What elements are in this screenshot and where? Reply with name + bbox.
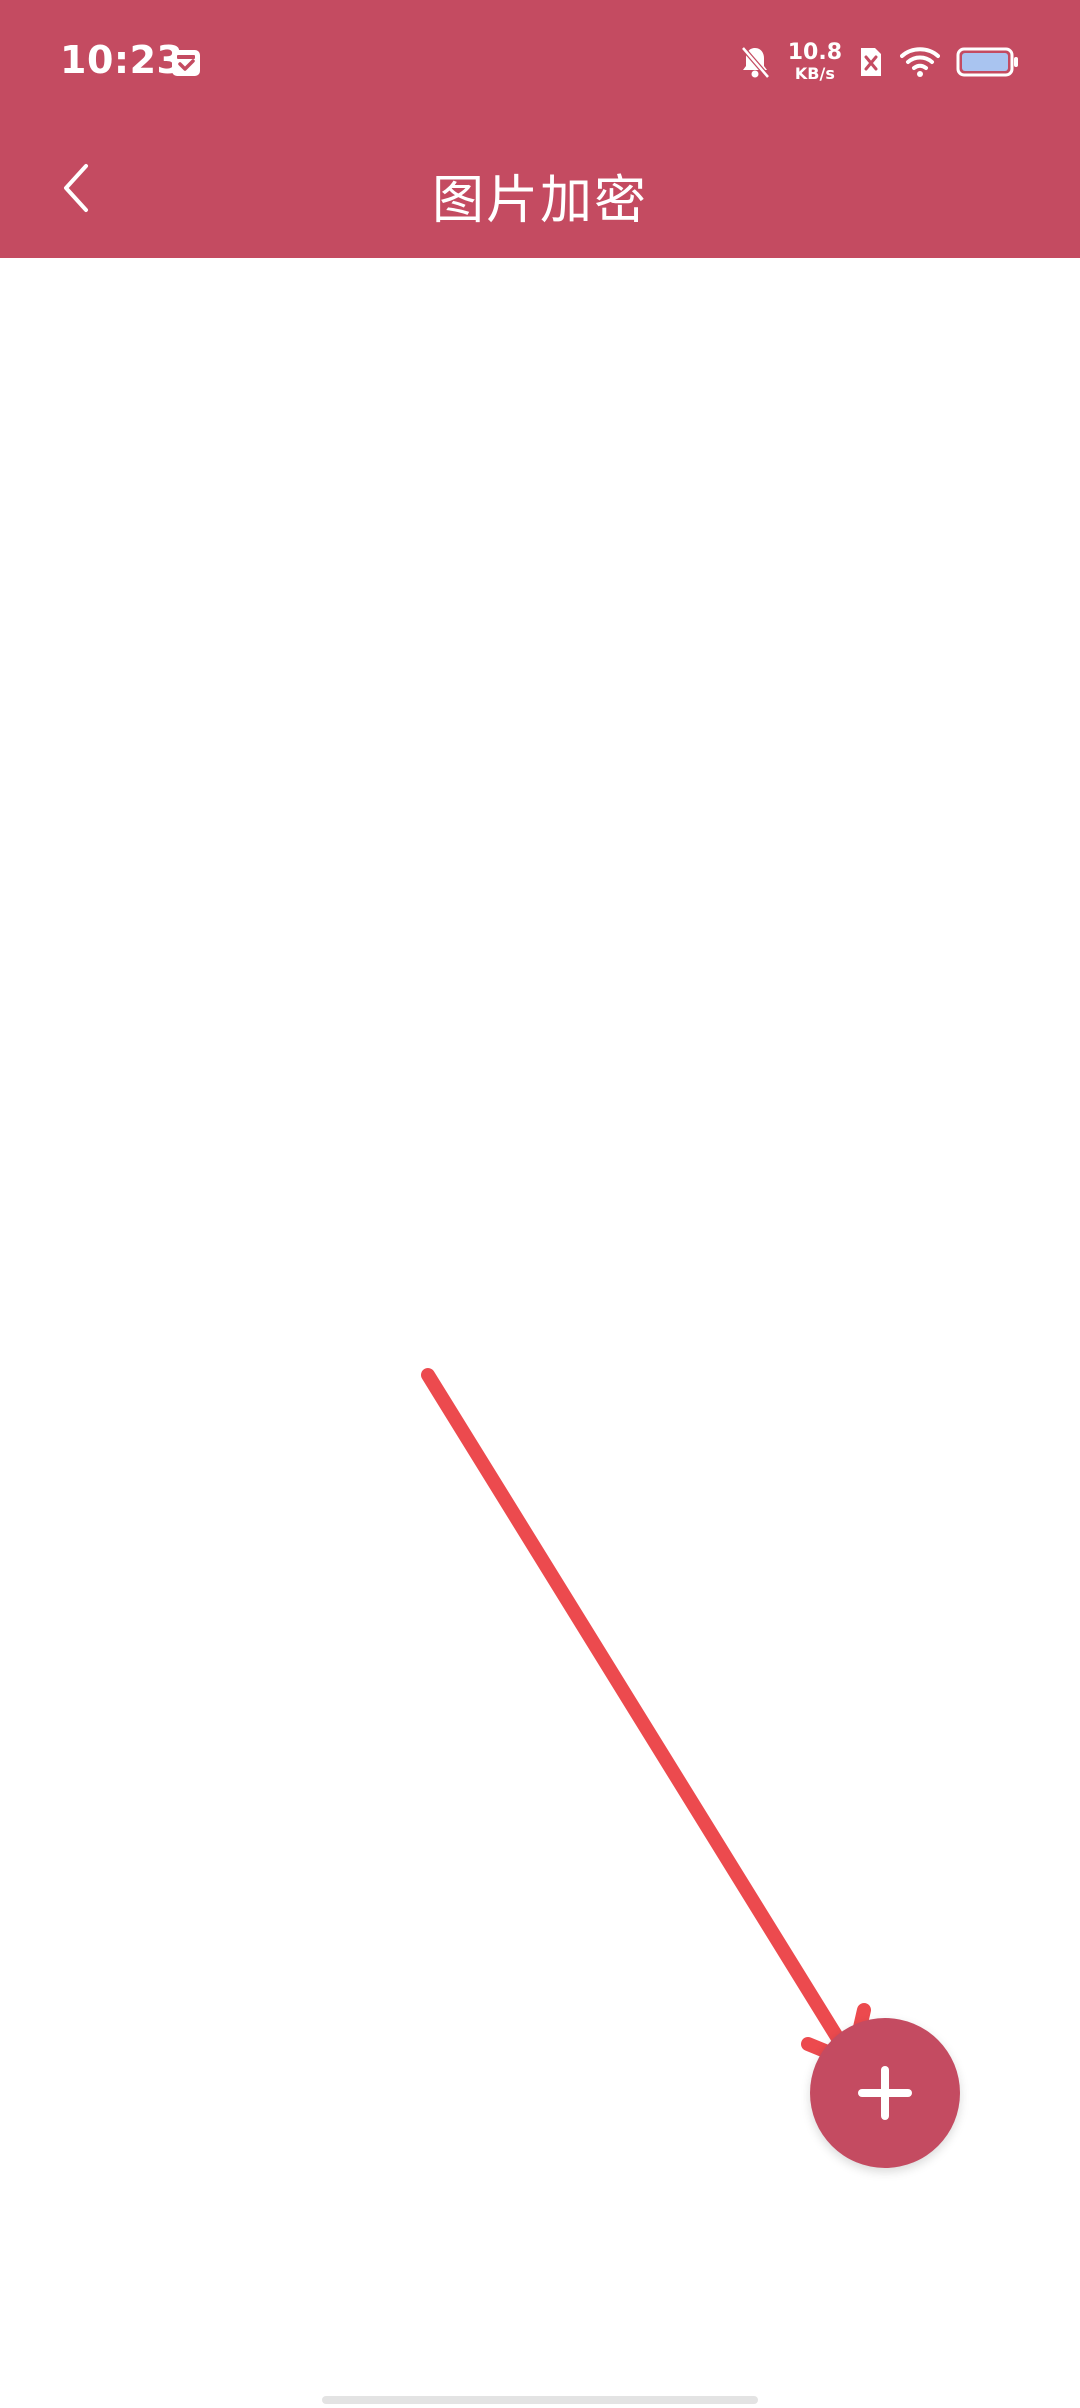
status-time: 10:23: [60, 38, 184, 82]
calendar-icon: [172, 50, 200, 76]
status-bar: 10:23 10.8 KB/s: [0, 0, 1080, 120]
gesture-nav-bar[interactable]: [322, 2396, 758, 2404]
sim-off-icon: [861, 48, 881, 76]
bell-off-icon: [740, 46, 770, 79]
battery-icon: [956, 47, 1018, 77]
wifi-icon: [900, 47, 940, 77]
header: 10:23 10.8 KB/s 图片加密: [0, 0, 1080, 258]
network-speed-unit: KB/s: [794, 64, 835, 83]
plus-icon: [858, 2066, 912, 2120]
network-speed: 10.8 KB/s: [788, 42, 842, 82]
app-bar: 图片加密: [0, 120, 1080, 258]
page-title: 图片加密: [431, 171, 648, 231]
screen: 10:23 10.8 KB/s 图片加密: [0, 0, 1080, 2408]
network-speed-value: 10.8: [787, 40, 842, 65]
add-button[interactable]: [810, 2018, 960, 2168]
status-icons: 10.8 KB/s: [738, 40, 1020, 84]
